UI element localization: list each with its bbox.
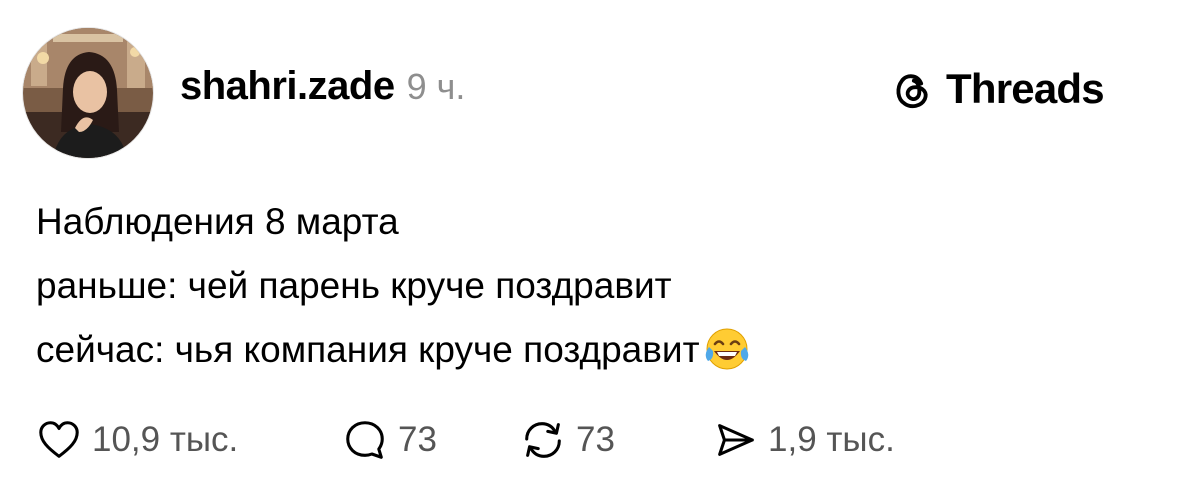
reply-count: 73 (398, 420, 437, 459)
send-icon (718, 424, 754, 456)
post-actions: 10,9 тыс. 73 73 1,9 тыс. (36, 412, 1156, 468)
share-count: 1,9 тыс. (768, 420, 895, 459)
comment-bubble-icon (346, 421, 384, 459)
avatar-photo (23, 28, 153, 158)
post-text: сейчас: чья компания круче поздравит (36, 329, 700, 370)
reply-button[interactable]: 73 (342, 412, 437, 468)
avatar[interactable] (22, 27, 154, 159)
tears-of-joy-emoji (705, 328, 748, 370)
repost-count: 73 (576, 420, 615, 459)
like-button[interactable]: 10,9 тыс. (36, 412, 238, 468)
heart-icon (39, 421, 79, 458)
post-line: Наблюдения 8 марта (36, 190, 1156, 254)
repost-icon (525, 422, 561, 458)
threads-logo-icon (896, 74, 928, 109)
repost-button[interactable]: 73 (520, 412, 615, 468)
share-button[interactable]: 1,9 тыс. (712, 412, 895, 468)
post-body: Наблюдения 8 марта раньше: чей парень кр… (36, 190, 1156, 382)
threads-brand: Threads (890, 62, 1105, 116)
like-count: 10,9 тыс. (92, 420, 239, 459)
post-line: раньше: чей парень круче поздравит (36, 254, 1156, 318)
post-text: Наблюдения 8 марта (36, 201, 399, 242)
post-text: раньше: чей парень круче поздравит (36, 265, 672, 306)
brand-name: Threads (946, 65, 1105, 112)
post-line: сейчас: чья компания круче поздравит (36, 318, 1156, 382)
post-timestamp: 9 ч. (406, 66, 466, 107)
post-author: shahri.zade 9 ч. (180, 64, 465, 114)
username-link[interactable]: shahri.zade (180, 64, 395, 109)
